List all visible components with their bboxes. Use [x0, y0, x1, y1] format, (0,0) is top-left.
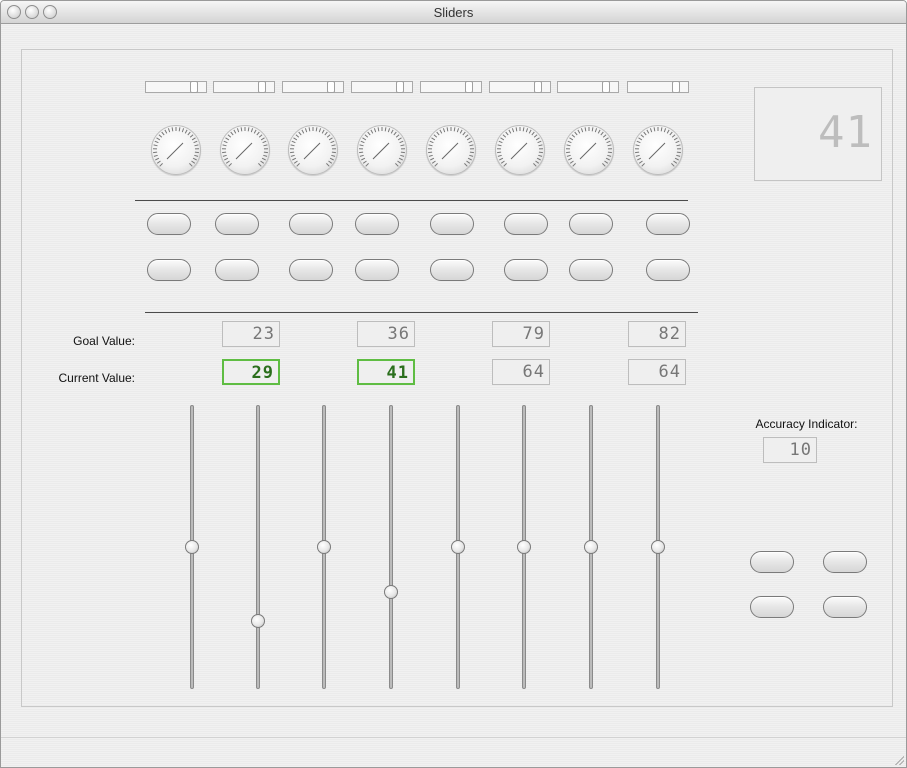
current-value-3: 64: [492, 359, 550, 385]
mini-slider-2[interactable]: [213, 81, 275, 93]
pill-button-right-1[interactable]: [750, 551, 794, 573]
current-value-1: 29: [222, 359, 280, 385]
pill-button-right-4[interactable]: [823, 596, 867, 618]
status-bar: [1, 737, 906, 767]
pill-button-r1-8[interactable]: [646, 213, 690, 235]
slider-thumb-8[interactable]: [651, 540, 665, 554]
pill-button-r2-7[interactable]: [569, 259, 613, 281]
rotary-knob-5[interactable]: [426, 125, 476, 175]
rotary-knob-3[interactable]: [288, 125, 338, 175]
resize-grip-icon[interactable]: [894, 755, 904, 765]
pill-button-r2-6[interactable]: [504, 259, 548, 281]
mini-slider-1[interactable]: [145, 81, 207, 93]
slider-thumb-7[interactable]: [584, 540, 598, 554]
vertical-slider-4[interactable]: [389, 405, 393, 689]
goal-value-2: 36: [357, 321, 415, 347]
pill-button-r1-1[interactable]: [147, 213, 191, 235]
large-lcd-display: 41: [754, 87, 882, 181]
accuracy-indicator-label: Accuracy Indicator:: [755, 417, 858, 431]
slider-thumb-1[interactable]: [185, 540, 199, 554]
slider-thumb-2[interactable]: [251, 613, 265, 628]
slider-thumb-5[interactable]: [451, 540, 465, 554]
mini-slider-thumb[interactable]: [327, 81, 335, 93]
pill-button-r2-8[interactable]: [646, 259, 690, 281]
mini-slider-7[interactable]: [557, 81, 619, 93]
pill-button-right-2[interactable]: [823, 551, 867, 573]
window-title: Sliders: [433, 5, 474, 20]
rotary-knob-7[interactable]: [564, 125, 614, 175]
goal-value-1: 23: [222, 321, 280, 347]
pill-button-r1-4[interactable]: [355, 213, 399, 235]
goal-value-4: 82: [628, 321, 686, 347]
divider-middle: [145, 312, 698, 313]
accuracy-indicator-display: 10: [763, 437, 817, 463]
current-value-2: 41: [357, 359, 415, 385]
title-bar: Sliders: [1, 1, 906, 24]
pill-button-r1-6[interactable]: [504, 213, 548, 235]
mini-slider-thumb[interactable]: [534, 81, 542, 93]
goal-value-label: Goal Value:: [73, 334, 135, 348]
pill-button-r2-3[interactable]: [289, 259, 333, 281]
pill-button-r1-3[interactable]: [289, 213, 333, 235]
pill-button-right-3[interactable]: [750, 596, 794, 618]
mini-slider-8[interactable]: [627, 81, 689, 93]
mini-slider-4[interactable]: [351, 81, 413, 93]
pill-button-r2-4[interactable]: [355, 259, 399, 281]
mini-slider-thumb[interactable]: [396, 81, 404, 93]
mini-slider-3[interactable]: [282, 81, 344, 93]
current-value-4: 64: [628, 359, 686, 385]
mini-slider-thumb[interactable]: [602, 81, 610, 93]
rotary-knob-1[interactable]: [151, 125, 201, 175]
vertical-slider-2[interactable]: [256, 405, 260, 689]
rotary-knob-4[interactable]: [357, 125, 407, 175]
mini-slider-5[interactable]: [420, 81, 482, 93]
pill-button-r1-7[interactable]: [569, 213, 613, 235]
app-window: Sliders 41 Goal Value: Current Value: 23…: [0, 0, 907, 768]
slider-thumb-6[interactable]: [517, 540, 531, 554]
current-value-label: Current Value:: [58, 371, 135, 385]
rotary-knob-2[interactable]: [220, 125, 270, 175]
mini-slider-thumb[interactable]: [672, 81, 680, 93]
rotary-knob-8[interactable]: [633, 125, 683, 175]
mini-slider-thumb[interactable]: [258, 81, 266, 93]
mini-slider-thumb[interactable]: [190, 81, 198, 93]
pill-button-r2-2[interactable]: [215, 259, 259, 281]
pill-button-r2-1[interactable]: [147, 259, 191, 281]
slider-thumb-3[interactable]: [317, 540, 331, 554]
pill-button-r2-5[interactable]: [430, 259, 474, 281]
divider-top: [135, 200, 688, 201]
goal-value-3: 79: [492, 321, 550, 347]
pill-button-r1-2[interactable]: [215, 213, 259, 235]
mini-slider-6[interactable]: [489, 81, 551, 93]
mini-slider-thumb[interactable]: [465, 81, 473, 93]
pill-button-r1-5[interactable]: [430, 213, 474, 235]
rotary-knob-6[interactable]: [495, 125, 545, 175]
